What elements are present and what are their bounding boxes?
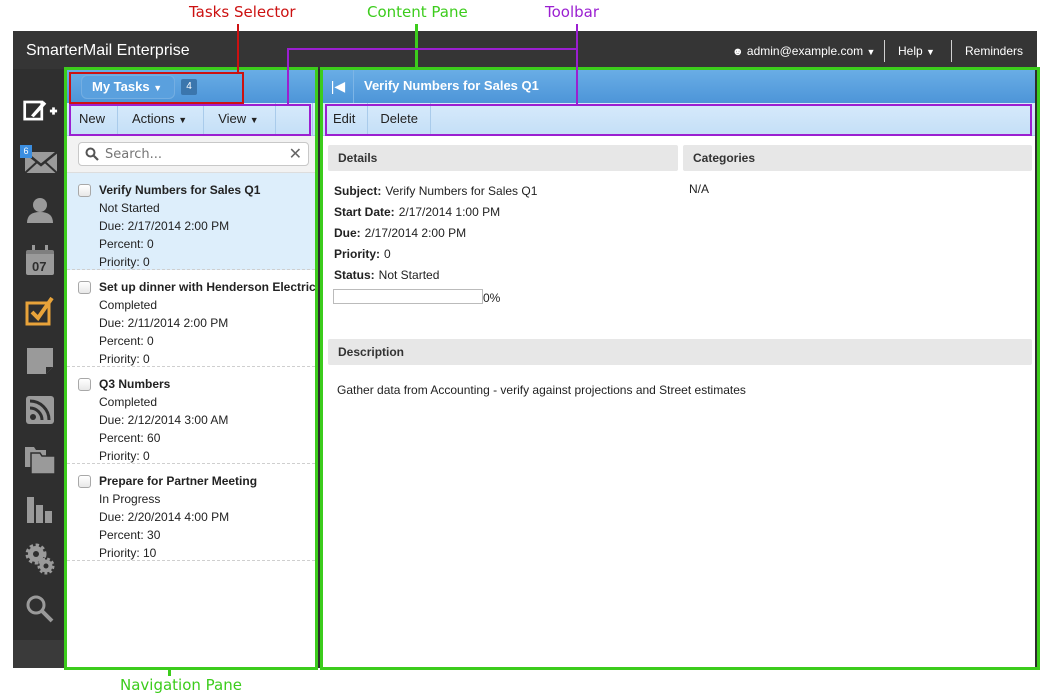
compose-icon[interactable] — [22, 93, 58, 129]
mail-badge: 6 — [20, 145, 32, 158]
calendar-icon[interactable]: 07 — [22, 242, 58, 278]
icon-rail: 6 07 — [13, 69, 65, 668]
content-pane-outline — [320, 67, 1040, 670]
app-brand: SmarterMail Enterprise — [26, 42, 190, 59]
user-email: admin@example.com — [746, 44, 864, 58]
user-icon: ☻ — [732, 46, 744, 58]
navigation-pane-annotation: Navigation Pane — [120, 676, 242, 694]
files-icon[interactable] — [22, 442, 58, 478]
content-pane-annotation: Content Pane — [367, 3, 468, 21]
contacts-icon[interactable] — [22, 192, 58, 228]
top-bar: SmarterMail Enterprise ☻ admin@example.c… — [13, 31, 1037, 69]
rail-footer — [13, 640, 65, 668]
tasks-selector-outline — [69, 72, 244, 104]
toolbar-annotation: Toolbar — [545, 3, 600, 21]
chevron-down-icon: ▼ — [866, 47, 876, 57]
navigation-pane-outline — [64, 67, 318, 670]
tasks-icon[interactable] — [22, 293, 58, 329]
search-icon[interactable] — [22, 591, 58, 627]
nav-toolbar-outline — [69, 104, 311, 136]
toolbar-leader-drop — [287, 48, 289, 105]
user-menu[interactable]: ☻ admin@example.com ▼ — [732, 44, 875, 58]
content-toolbar-outline — [325, 104, 1032, 136]
toolbar-leader — [576, 24, 578, 105]
mail-icon[interactable]: 6 — [20, 142, 58, 178]
navigation-pane-leader — [168, 668, 171, 676]
divider — [884, 40, 885, 62]
tasks-selector-leader — [237, 24, 239, 73]
help-label: Help — [898, 44, 923, 58]
divider — [951, 40, 952, 62]
calendar-day: 07 — [32, 259, 47, 274]
settings-icon[interactable] — [22, 541, 58, 577]
toolbar-leader-horizontal — [287, 48, 577, 50]
reports-icon[interactable] — [22, 492, 58, 528]
tasks-selector-annotation: Tasks Selector — [189, 3, 296, 21]
reminders-link[interactable]: Reminders — [965, 44, 1023, 58]
notes-icon[interactable] — [22, 343, 58, 379]
chevron-down-icon: ▼ — [926, 47, 935, 57]
rss-icon[interactable] — [22, 392, 58, 428]
help-menu[interactable]: Help ▼ — [898, 44, 935, 58]
content-pane-leader — [415, 24, 418, 68]
